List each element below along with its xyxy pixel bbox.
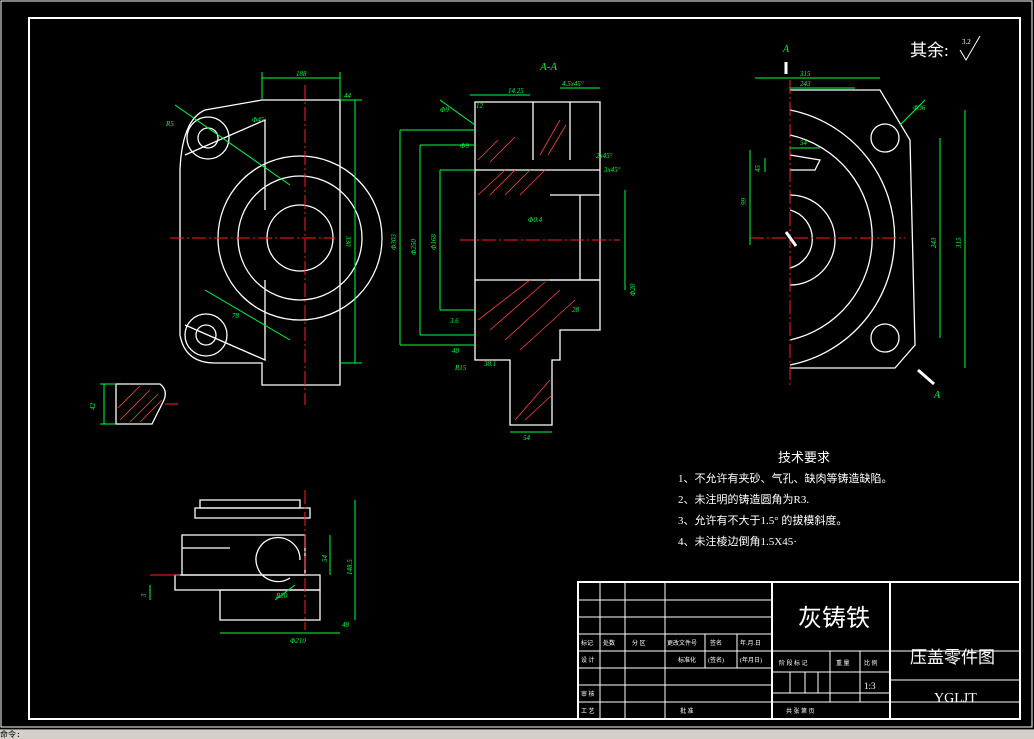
dim-12: 12	[476, 102, 484, 110]
dim-phi250: Φ250	[410, 239, 418, 255]
dim-3: 3	[140, 593, 148, 598]
dim-r15: R15	[454, 364, 467, 372]
tb-label-design: 设 计	[581, 656, 595, 664]
tb-label-zone: 分 区	[632, 639, 646, 647]
tb-label-sheet: 共 张 第 页	[786, 707, 815, 715]
section-mark-a-top: A	[782, 44, 790, 55]
tb-drawing-name: 压盖零件图	[910, 648, 995, 667]
dim-chamfer-2: 2x45°	[596, 152, 613, 160]
dim-99: 99	[740, 198, 748, 206]
dim-14-25: 14.25	[508, 87, 524, 95]
tb-label-mark: 标记	[581, 639, 593, 647]
tb-label-signature: (签名)	[708, 656, 724, 664]
dim-phi0-4: Φ0.4	[528, 216, 543, 224]
tb-label-review: 审 核	[581, 690, 595, 698]
dim-243-top: 243	[800, 80, 811, 88]
rib-section	[100, 383, 178, 425]
tb-drawing-code: YGLJT	[934, 691, 977, 706]
dim-243-side: 243	[930, 237, 938, 248]
dim-chamfer-3: 3x45°	[603, 166, 621, 174]
top-view-dimlines	[174, 72, 362, 364]
tech-req-item-3: 3、允许有不大于1.5° 的拔模斜度。	[678, 513, 847, 527]
tb-label-date-paren: (年月日)	[740, 656, 762, 664]
side-view: 315 243 Φ36 54 45 99 243 315 A A	[740, 44, 966, 401]
dim-315-side: 315	[955, 237, 963, 249]
dim-188: 188	[296, 70, 307, 78]
tech-req-item-4: 4、未注棱边倒角1.5X45·	[678, 534, 797, 548]
outer-frame	[0, 0, 1033, 728]
tb-label-date: 年.月.日	[740, 639, 761, 647]
dim-r5: R5	[165, 120, 174, 128]
dim-phi303: Φ303	[390, 234, 398, 250]
dim-phi9-a: Φ9	[440, 106, 449, 114]
tb-label-weight: 重 量	[836, 659, 850, 667]
dim-148-5: 148.5	[346, 559, 354, 575]
tb-label-stage: 阶 段 标 记	[779, 659, 808, 667]
section-title: A-A	[539, 61, 557, 73]
tech-req-item-2: 2、未注明的铸造圆角为R3.	[678, 492, 809, 506]
dim-phi210: Φ210	[290, 637, 306, 645]
dim-54: 54	[523, 434, 531, 442]
tech-req-item-1: 1、不允许有夹砂、气孔、缺肉等铸造缺陷。	[678, 471, 893, 485]
tb-material: 灰铸铁	[798, 605, 870, 632]
dim-48-bottom: 48	[342, 621, 350, 629]
dim-phi45: Φ45	[252, 116, 265, 124]
dim-45: 45	[754, 165, 762, 173]
tb-label-process: 工 艺	[581, 707, 595, 715]
drawing-canvas: 188 44 330 Φ45 R5 78 42 Φ303 Φ250 Φ168 Φ…	[0, 0, 1033, 728]
dim-54-side: 54	[800, 139, 808, 147]
dim-78: 78	[232, 312, 240, 320]
roughness-note: 其余:	[910, 41, 949, 60]
roughness-value: 3.2	[962, 38, 971, 46]
side-view-dimlines	[749, 77, 966, 368]
tb-scale-value: 1:3	[864, 681, 876, 691]
section-mark-a-bottom: A	[933, 390, 941, 401]
cad-drawing-viewport[interactable]: 188 44 330 Φ45 R5 78 42 Φ303 Φ250 Φ168 Φ…	[0, 0, 1034, 738]
tech-requirements: 技术要求 1、不允许有夹砂、气孔、缺肉等铸造缺陷。 2、未注明的铸造圆角为R3.…	[678, 450, 893, 548]
dim-315-top: 315	[799, 70, 811, 78]
dim-48: 48	[452, 347, 460, 355]
dim-phi168: Φ168	[430, 234, 438, 250]
section-view: Φ303 Φ250 Φ168 Φ9 Φ9 12 14.25 4.5x45° 2x…	[390, 61, 637, 442]
dim-42: 42	[89, 403, 97, 411]
dim-phi36: Φ36	[913, 104, 926, 112]
tb-label-scale: 比 例	[864, 659, 878, 667]
dim-phi9-b: Φ9	[460, 142, 469, 150]
dim-3-6: 3.6	[449, 317, 459, 325]
dim-44: 44	[344, 92, 352, 100]
dim-phi20: Φ20	[629, 283, 637, 296]
top-view-centerlines	[170, 85, 335, 405]
dim-r20: R20	[275, 592, 288, 600]
front-bottom-view: 148.5 54 3 Φ210 R20 48	[140, 490, 356, 645]
dim-38-1: 38.1	[483, 360, 496, 368]
tb-label-approve: 批 准	[680, 707, 694, 715]
tb-label-count: 处数	[603, 639, 615, 647]
tb-label-standard: 标准化	[678, 656, 696, 664]
tb-label-sign: 签名	[710, 639, 722, 647]
tech-req-title: 技术要求	[778, 450, 830, 465]
dim-28: 28	[572, 306, 580, 314]
tb-label-change-doc: 更改文件号	[667, 639, 697, 647]
dim-54-bottom: 54	[321, 555, 329, 563]
dim-chamfer-4-5: 4.5x45°	[562, 80, 584, 88]
dim-330: 330	[344, 235, 352, 247]
